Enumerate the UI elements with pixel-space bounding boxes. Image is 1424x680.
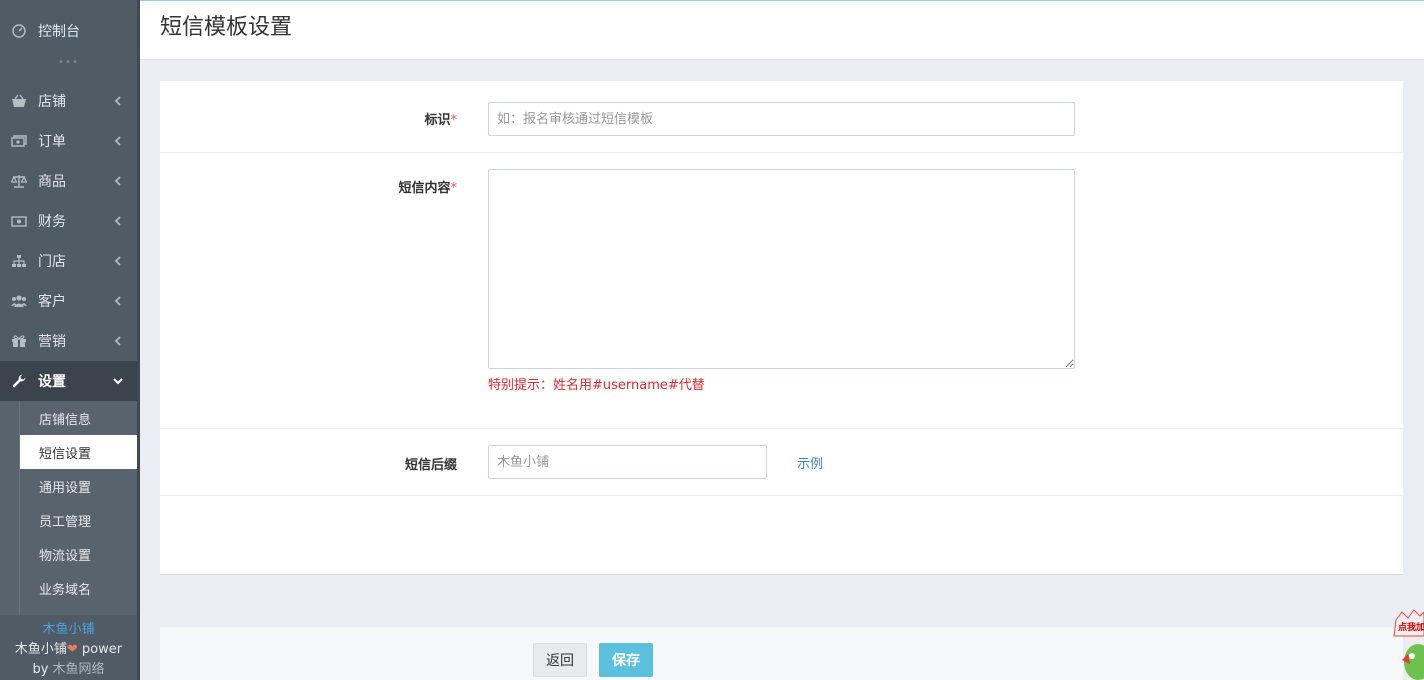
sidebar-item-label: 门店: [38, 254, 66, 270]
form-actions: 返回 保存: [160, 627, 1403, 680]
form-row-content: 短信内容* 特别提示：姓名用#username#代替: [160, 153, 1403, 429]
sidebar-item-label: 财务: [38, 214, 66, 230]
chevron-left-icon: [111, 174, 125, 188]
chevron-down-icon: [111, 374, 125, 388]
identifier-label: 标识*: [424, 109, 457, 128]
page-title: 短信模板设置: [160, 15, 293, 40]
brand-name: 木鱼小铺: [42, 622, 95, 637]
brand-footer: 木鱼小铺 木鱼小铺❤ power by 木鱼网络: [0, 620, 137, 680]
submenu-item-staff-management[interactable]: 员工管理: [20, 503, 137, 537]
submenu-item-store-info[interactable]: 店铺信息: [20, 401, 137, 435]
example-link[interactable]: 示例: [797, 453, 823, 472]
page-header: 短信模板设置: [140, 0, 1424, 60]
sidebar-item-label: 订单: [38, 134, 66, 150]
floating-chat-widget[interactable]: 点我加: [1392, 606, 1424, 680]
chevron-left-icon: [111, 254, 125, 268]
money-icon: [10, 132, 28, 150]
sidebar-item-label: 设置: [38, 374, 66, 390]
sidebar-item-label: 营销: [38, 334, 66, 350]
sidebar: 控制台 ••• 店铺 订单 商品 财务 门店 客户 营销 设置 店铺信息 短信设…: [0, 0, 140, 680]
sitemap-icon: [10, 252, 28, 270]
chevron-left-icon: [111, 334, 125, 348]
sidebar-item-orders[interactable]: 订单: [0, 121, 137, 161]
dashboard-gauge-icon: [10, 22, 28, 40]
scale-icon: [10, 172, 28, 190]
suffix-input[interactable]: [488, 445, 767, 479]
sidebar-item-customers[interactable]: 客户: [0, 281, 137, 321]
by-prefix: by: [32, 662, 53, 677]
sms-template-form: 标识* 短信内容* 特别提示：姓名用#username#代替 短信后缀 示例: [160, 81, 1403, 575]
gift-icon: [10, 332, 28, 350]
company-name: 木鱼网络: [52, 662, 105, 677]
form-row-suffix: 短信后缀 示例: [160, 429, 1403, 496]
chevron-left-icon: [111, 134, 125, 148]
floating-widget-text: 点我加: [1398, 621, 1424, 632]
save-button[interactable]: 保存: [599, 643, 653, 677]
power-prefix: 木鱼小铺: [14, 642, 67, 657]
shop-basket-icon: [10, 92, 28, 110]
sidebar-item-settings[interactable]: 设置: [0, 361, 137, 401]
sidebar-item-label: 商品: [38, 174, 66, 190]
power-line: 木鱼小铺❤ power: [0, 640, 137, 660]
sidebar-separator: •••: [58, 57, 79, 68]
heart-icon: ❤: [66, 642, 78, 657]
settings-submenu: 店铺信息 短信设置 通用设置 员工管理 物流设置 业务域名: [0, 401, 140, 615]
cash-icon: [10, 212, 28, 230]
identifier-label-text: 标识: [424, 113, 451, 128]
wrench-icon: [10, 372, 28, 390]
suffix-label-text: 短信后缀: [404, 458, 457, 473]
sidebar-item-stores[interactable]: 门店: [0, 241, 137, 281]
chevron-left-icon: [111, 94, 125, 108]
sidebar-item-label: 客户: [38, 294, 66, 310]
identifier-input[interactable]: [488, 102, 1075, 136]
submenu-item-sms-settings[interactable]: 短信设置: [20, 435, 140, 469]
users-icon: [10, 292, 28, 310]
submenu-item-general-settings[interactable]: 通用设置: [20, 469, 137, 503]
by-line: by 木鱼网络: [0, 660, 137, 680]
chevron-left-icon: [111, 294, 125, 308]
suffix-label: 短信后缀: [405, 454, 457, 473]
content-label-text: 短信内容: [398, 181, 451, 196]
form-row-identifier: 标识*: [160, 81, 1403, 153]
required-mark: *: [450, 181, 458, 196]
content-hint: 特别提示：姓名用#username#代替: [488, 378, 705, 393]
sidebar-item-finance[interactable]: 财务: [0, 201, 137, 241]
chevron-left-icon: [111, 214, 125, 228]
back-button[interactable]: 返回: [533, 643, 587, 677]
sidebar-item-products[interactable]: 商品: [0, 161, 137, 201]
sidebar-item-label: 控制台: [38, 24, 80, 40]
power-suffix: power: [77, 642, 123, 657]
submenu-item-business-domain[interactable]: 业务域名: [20, 571, 137, 605]
content-textarea[interactable]: [488, 169, 1075, 369]
content-label: 短信内容*: [398, 177, 457, 196]
submenu-item-logistics-settings[interactable]: 物流设置: [20, 537, 137, 571]
required-mark: *: [450, 113, 458, 128]
sidebar-item-shop[interactable]: 店铺: [0, 81, 137, 121]
sidebar-item-dashboard[interactable]: 控制台: [0, 11, 137, 51]
sidebar-item-marketing[interactable]: 营销: [0, 321, 137, 361]
sidebar-item-label: 店铺: [38, 94, 66, 110]
